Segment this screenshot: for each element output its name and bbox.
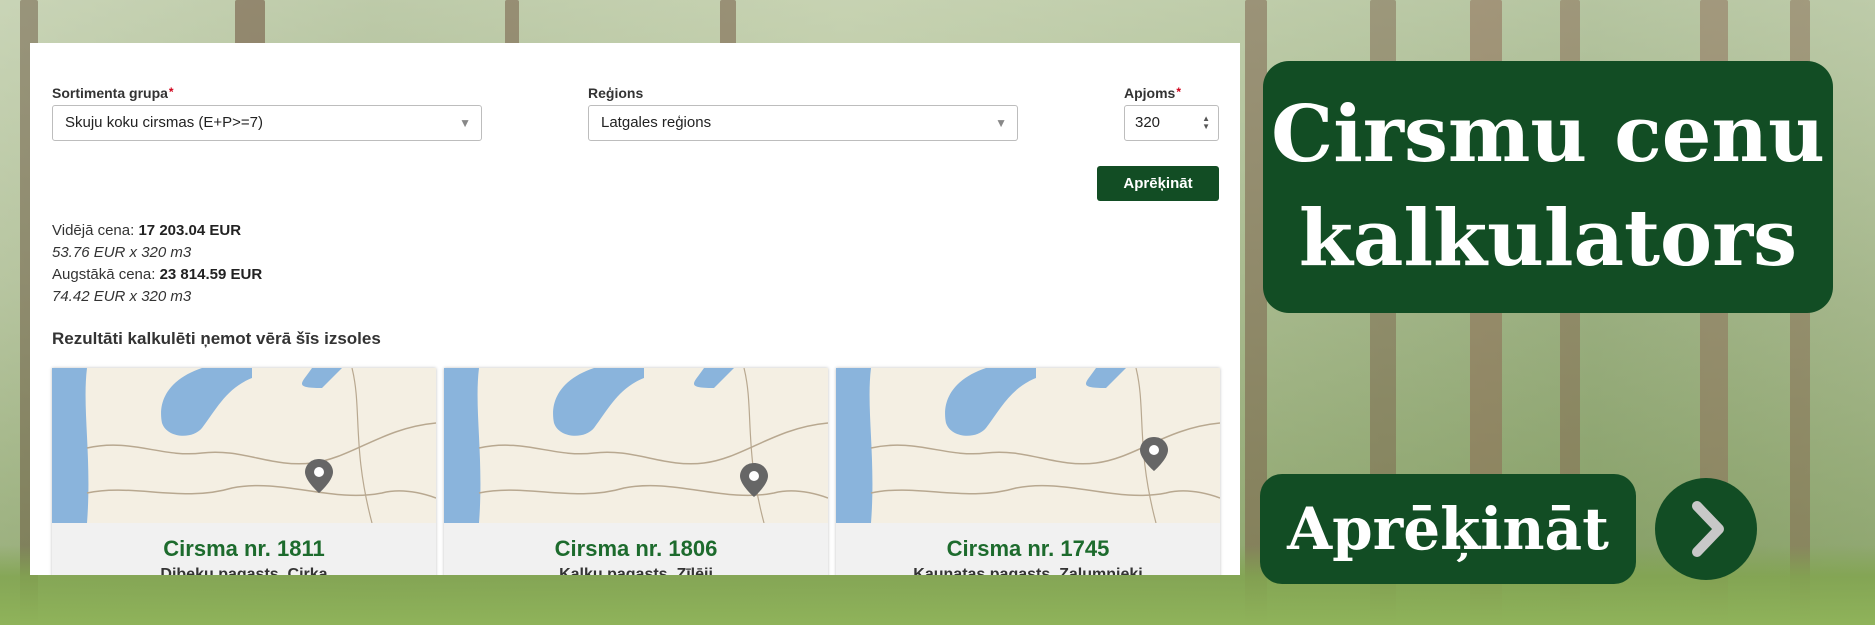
calculator-title-box: Cirsmu cenu kalkulators (1263, 61, 1833, 313)
sortiment-value: Skuju koku cirsmas (E+P>=7) (65, 114, 263, 131)
average-price-label: Vidējā cena: (52, 222, 135, 239)
volume-label: Apjoms* (1124, 85, 1181, 101)
card-title: Cirsma nr. 1811 (163, 536, 325, 561)
average-price-value: 17 203.04 EUR (138, 222, 242, 239)
card-title: Cirsma nr. 1745 (946, 536, 1110, 561)
region-value: Latgales reģions (601, 114, 712, 131)
spinner-icon[interactable]: ▲ ▼ (1202, 115, 1210, 131)
auction-card[interactable]: Cirsma nr. 1811 Dibeku pagasts, Cirka (52, 368, 436, 575)
max-price-detail: 74.42 EUR x 320 m3 (52, 288, 192, 305)
max-price: Augstākā cena: 23 814.59 EUR (52, 266, 262, 283)
card-subtitle: Kaunatas pagasts, Zaļumnieki (913, 566, 1143, 575)
map-thumbnail (444, 368, 828, 523)
average-price: Vidējā cena: 17 203.04 EUR (52, 222, 241, 239)
sortiment-label-text: Sortimenta grupa (52, 85, 168, 101)
title-line-2: kalkulators (1298, 193, 1798, 284)
chevron-right-icon (1692, 501, 1724, 557)
calculator-panel: Sortimenta grupa* Skuju koku cirsmas (E+… (30, 43, 1240, 575)
card-subtitle: Kaļķu pagasts, Zīlēji (559, 566, 713, 575)
cta-arrow-button[interactable] (1655, 478, 1757, 580)
max-price-label: Augstākā cena: (52, 266, 156, 283)
map-thumbnail (52, 368, 436, 523)
select-arrow-icon: ▼ (995, 116, 1007, 130)
select-arrow-icon: ▼ (459, 116, 471, 130)
card-title: Cirsma nr. 1806 (554, 536, 718, 561)
sortiment-select[interactable]: Skuju koku cirsmas (E+P>=7) ▼ (52, 105, 482, 141)
region-select[interactable]: Latgales reģions ▼ (588, 105, 1018, 141)
auction-card[interactable]: Cirsma nr. 1745 Kaunatas pagasts, Zaļumn… (836, 368, 1220, 575)
required-mark: * (1176, 85, 1182, 99)
cta-calculate-button[interactable]: Aprēķināt (1260, 474, 1636, 584)
max-price-value: 23 814.59 EUR (159, 266, 263, 283)
results-section-title: Rezultāti kalkulēti ņemot vērā šīs izsol… (52, 329, 381, 348)
volume-input[interactable]: 320 ▲ ▼ (1124, 105, 1219, 141)
sortiment-label: Sortimenta grupa* (52, 85, 174, 101)
required-mark: * (168, 85, 174, 99)
region-label: Reģions (588, 85, 643, 101)
volume-value: 320 (1135, 114, 1161, 131)
map-thumbnail (836, 368, 1220, 523)
auction-card[interactable]: Cirsma nr. 1806 Kaļķu pagasts, Zīlēji (444, 368, 828, 575)
title-line-1: Cirsmu cenu (1271, 89, 1825, 180)
average-price-detail: 53.76 EUR x 320 m3 (52, 244, 192, 261)
region-label-text: Reģions (588, 85, 644, 101)
volume-label-text: Apjoms (1124, 85, 1176, 101)
card-subtitle: Dibeku pagasts, Cirka (160, 566, 328, 575)
calculate-button[interactable]: Aprēķināt (1097, 166, 1219, 201)
